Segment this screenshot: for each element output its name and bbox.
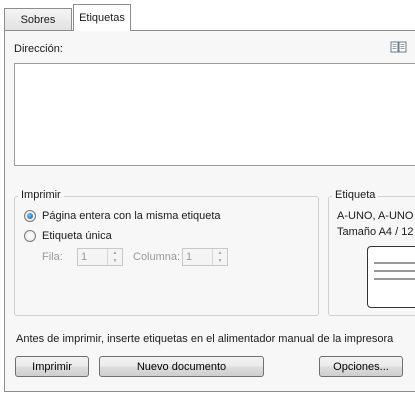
spin-up-icon[interactable]: ▲ [108,249,122,257]
print-group-legend: Imprimir [18,189,64,201]
column-spinner-arrows[interactable]: ▲ ▼ [212,249,227,265]
new-document-button-label: Nuevo documento [136,360,227,373]
address-label: Dirección: [14,43,63,55]
row-label: Fila: [42,251,63,263]
radio-single-label[interactable] [24,230,36,242]
row-spinner[interactable]: 1 ▲ ▼ [77,248,123,266]
spin-down-icon[interactable]: ▼ [213,257,227,265]
column-value: 1 [186,251,193,263]
option-full-page-label: Página entera con la misma etiqueta [42,210,221,222]
spin-down-icon[interactable]: ▼ [108,257,122,265]
row-value: 1 [81,251,88,263]
option-single-label: Etiqueta única [42,230,112,242]
print-button-label: Imprimir [32,360,72,373]
column-spinner[interactable]: 1 ▲ ▼ [182,248,228,266]
tab-etiquetas[interactable]: Etiquetas [73,4,131,31]
print-button[interactable]: Imprimir [15,356,89,377]
column-label: Columna: [133,251,181,263]
address-textarea[interactable] [14,63,415,166]
label-product: A-UNO, A-UNO [337,210,414,222]
label-size: Tamaño A4 / 12 [337,226,414,238]
row-spinner-arrows[interactable]: ▲ ▼ [107,249,122,265]
printer-note: Antes de imprimir, inserte etiquetas en … [16,333,394,345]
options-button[interactable]: Opciones... [319,356,403,377]
label-group-legend: Etiqueta [332,189,379,201]
spin-up-icon[interactable]: ▲ [213,249,227,257]
address-book-icon[interactable] [390,40,408,54]
tab-etiquetas-label: Etiquetas [79,12,125,24]
options-button-label: Opciones... [333,360,389,373]
new-document-button[interactable]: Nuevo documento [99,356,264,377]
tab-sobres-label: Sobres [20,13,56,26]
tab-sobres[interactable]: Sobres [4,8,72,30]
label-preview[interactable] [367,246,415,308]
radio-full-page[interactable] [24,210,36,222]
